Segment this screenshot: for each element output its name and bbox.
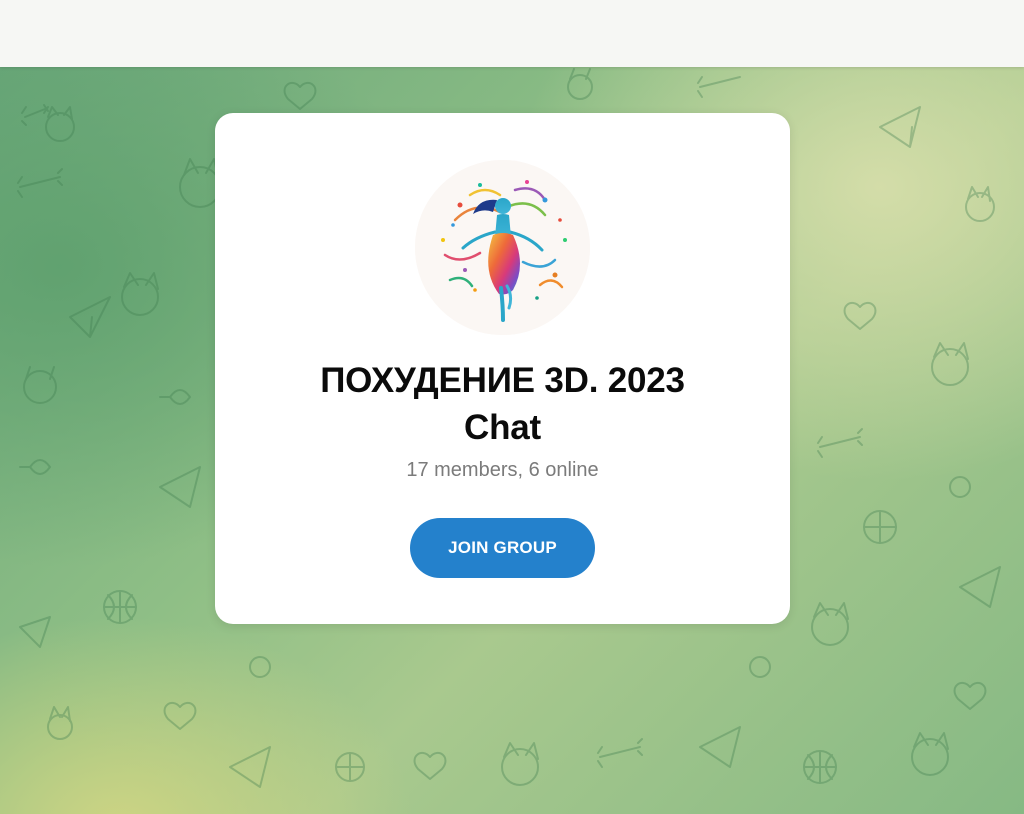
top-bar [0, 0, 1024, 67]
group-title-line2: Chat [464, 408, 541, 447]
members-count: 17 members, 6 online [406, 459, 599, 481]
group-avatar [415, 160, 590, 335]
group-invite-card: ПОХУДЕНИЕ 3D. 2023 Chat 17 members, 6 on… [215, 113, 790, 624]
dancing-woman-rainbow-avatar-icon [415, 160, 590, 335]
group-title: ПОХУДЕНИЕ 3D. 2023 Chat [235, 357, 770, 451]
group-title-line1: ПОХУДЕНИЕ 3D. 2023 [320, 361, 685, 400]
join-group-button[interactable]: JOIN GROUP [410, 518, 595, 578]
